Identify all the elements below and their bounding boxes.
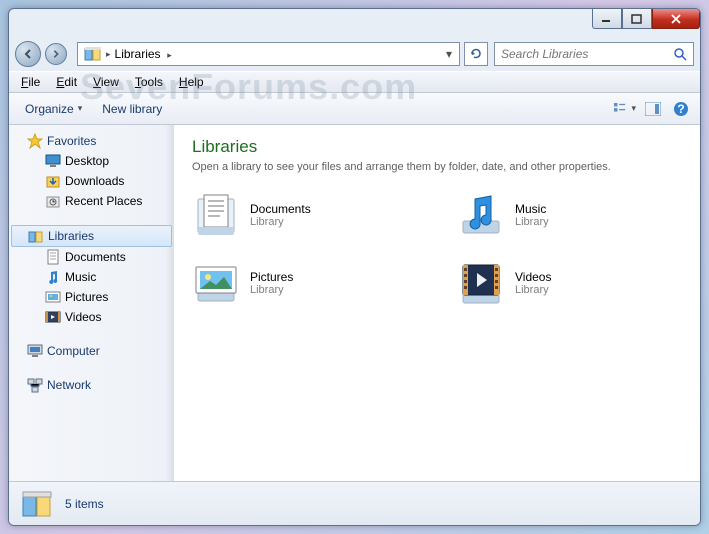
page-title: Libraries [192, 137, 682, 157]
network-icon [27, 377, 43, 393]
menu-view[interactable]: View [85, 73, 127, 91]
help-button[interactable]: ? [670, 98, 692, 120]
sidebar-libraries[interactable]: Libraries [11, 225, 172, 247]
library-item-documents[interactable]: DocumentsLibrary [192, 191, 417, 239]
sidebar-item-desktop[interactable]: Desktop [9, 151, 174, 171]
sidebar-favorites[interactable]: Favorites [9, 131, 174, 151]
sidebar-item-music[interactable]: Music [9, 267, 174, 287]
library-name: Music [515, 202, 549, 216]
search-icon [673, 47, 687, 61]
library-type: Library [515, 216, 549, 228]
close-button[interactable] [652, 9, 700, 29]
libraries-folder-icon [21, 488, 53, 520]
sidebar-item-recent-places[interactable]: Recent Places [9, 191, 174, 211]
navigation-bar: ▸ Libraries ▸ ▾ [9, 37, 700, 71]
content-pane: Libraries Open a library to see your fil… [174, 125, 700, 481]
videos-library-icon [457, 259, 505, 307]
back-button[interactable] [15, 41, 41, 67]
minimize-button[interactable] [592, 9, 622, 29]
sidebar-item-documents[interactable]: Documents [9, 247, 174, 267]
sidebar-item-videos[interactable]: Videos [9, 307, 174, 327]
search-input[interactable] [501, 47, 673, 61]
library-item-pictures[interactable]: PicturesLibrary [192, 259, 417, 307]
menu-bar: File Edit View Tools Help [9, 71, 700, 93]
library-type: Library [250, 284, 293, 296]
navigation-pane: Favorites Desktop Downloads Recent Place… [9, 125, 174, 481]
window-controls [592, 9, 700, 29]
documents-library-icon [192, 191, 240, 239]
library-name: Videos [515, 270, 551, 284]
breadcrumb-sep-icon: ▸ [106, 49, 111, 60]
libraries-icon [28, 228, 44, 244]
details-pane: 5 items [9, 481, 700, 525]
library-item-videos[interactable]: VideosLibrary [457, 259, 682, 307]
menu-file[interactable]: File [13, 73, 48, 91]
sidebar-network[interactable]: Network [9, 375, 174, 395]
sidebar-item-downloads[interactable]: Downloads [9, 171, 174, 191]
library-type: Library [515, 284, 551, 296]
recent-places-icon [45, 193, 61, 209]
explorer-window: ▸ Libraries ▸ ▾ File Edit View Tools Hel… [8, 8, 701, 526]
pictures-icon [45, 289, 61, 305]
desktop-icon [45, 153, 61, 169]
pictures-library-icon [192, 259, 240, 307]
sidebar-computer[interactable]: Computer [9, 341, 174, 361]
titlebar [9, 9, 700, 37]
computer-icon [27, 343, 43, 359]
menu-tools[interactable]: Tools [127, 73, 171, 91]
address-dropdown-button[interactable]: ▾ [441, 47, 457, 61]
status-text: 5 items [65, 497, 104, 511]
address-bar[interactable]: ▸ Libraries ▸ ▾ [77, 42, 460, 66]
music-icon [45, 269, 61, 285]
svg-text:?: ? [677, 102, 684, 116]
page-subtitle: Open a library to see your files and arr… [192, 161, 682, 173]
preview-pane-button[interactable] [642, 98, 664, 120]
menu-help[interactable]: Help [171, 73, 212, 91]
breadcrumb-location[interactable]: Libraries ▸ [115, 47, 441, 61]
library-grid: DocumentsLibrary MusicLibrary PicturesLi… [192, 191, 682, 307]
documents-icon [45, 249, 61, 265]
command-bar: Organize ▾ New library ▾ ? [9, 93, 700, 125]
view-mode-button[interactable]: ▾ [614, 98, 636, 120]
organize-button[interactable]: Organize ▾ [17, 98, 90, 120]
music-library-icon [457, 191, 505, 239]
star-icon [27, 133, 43, 149]
maximize-button[interactable] [622, 9, 652, 29]
search-box[interactable] [494, 42, 694, 66]
forward-button[interactable] [45, 43, 67, 65]
explorer-body: Favorites Desktop Downloads Recent Place… [9, 125, 700, 481]
videos-icon [45, 309, 61, 325]
library-name: Pictures [250, 270, 293, 284]
new-library-button[interactable]: New library [94, 98, 170, 120]
library-type: Library [250, 216, 311, 228]
library-item-music[interactable]: MusicLibrary [457, 191, 682, 239]
downloads-icon [45, 173, 61, 189]
library-name: Documents [250, 202, 311, 216]
menu-edit[interactable]: Edit [48, 73, 85, 91]
libraries-icon [84, 45, 102, 63]
refresh-button[interactable] [464, 42, 488, 66]
sidebar-item-pictures[interactable]: Pictures [9, 287, 174, 307]
